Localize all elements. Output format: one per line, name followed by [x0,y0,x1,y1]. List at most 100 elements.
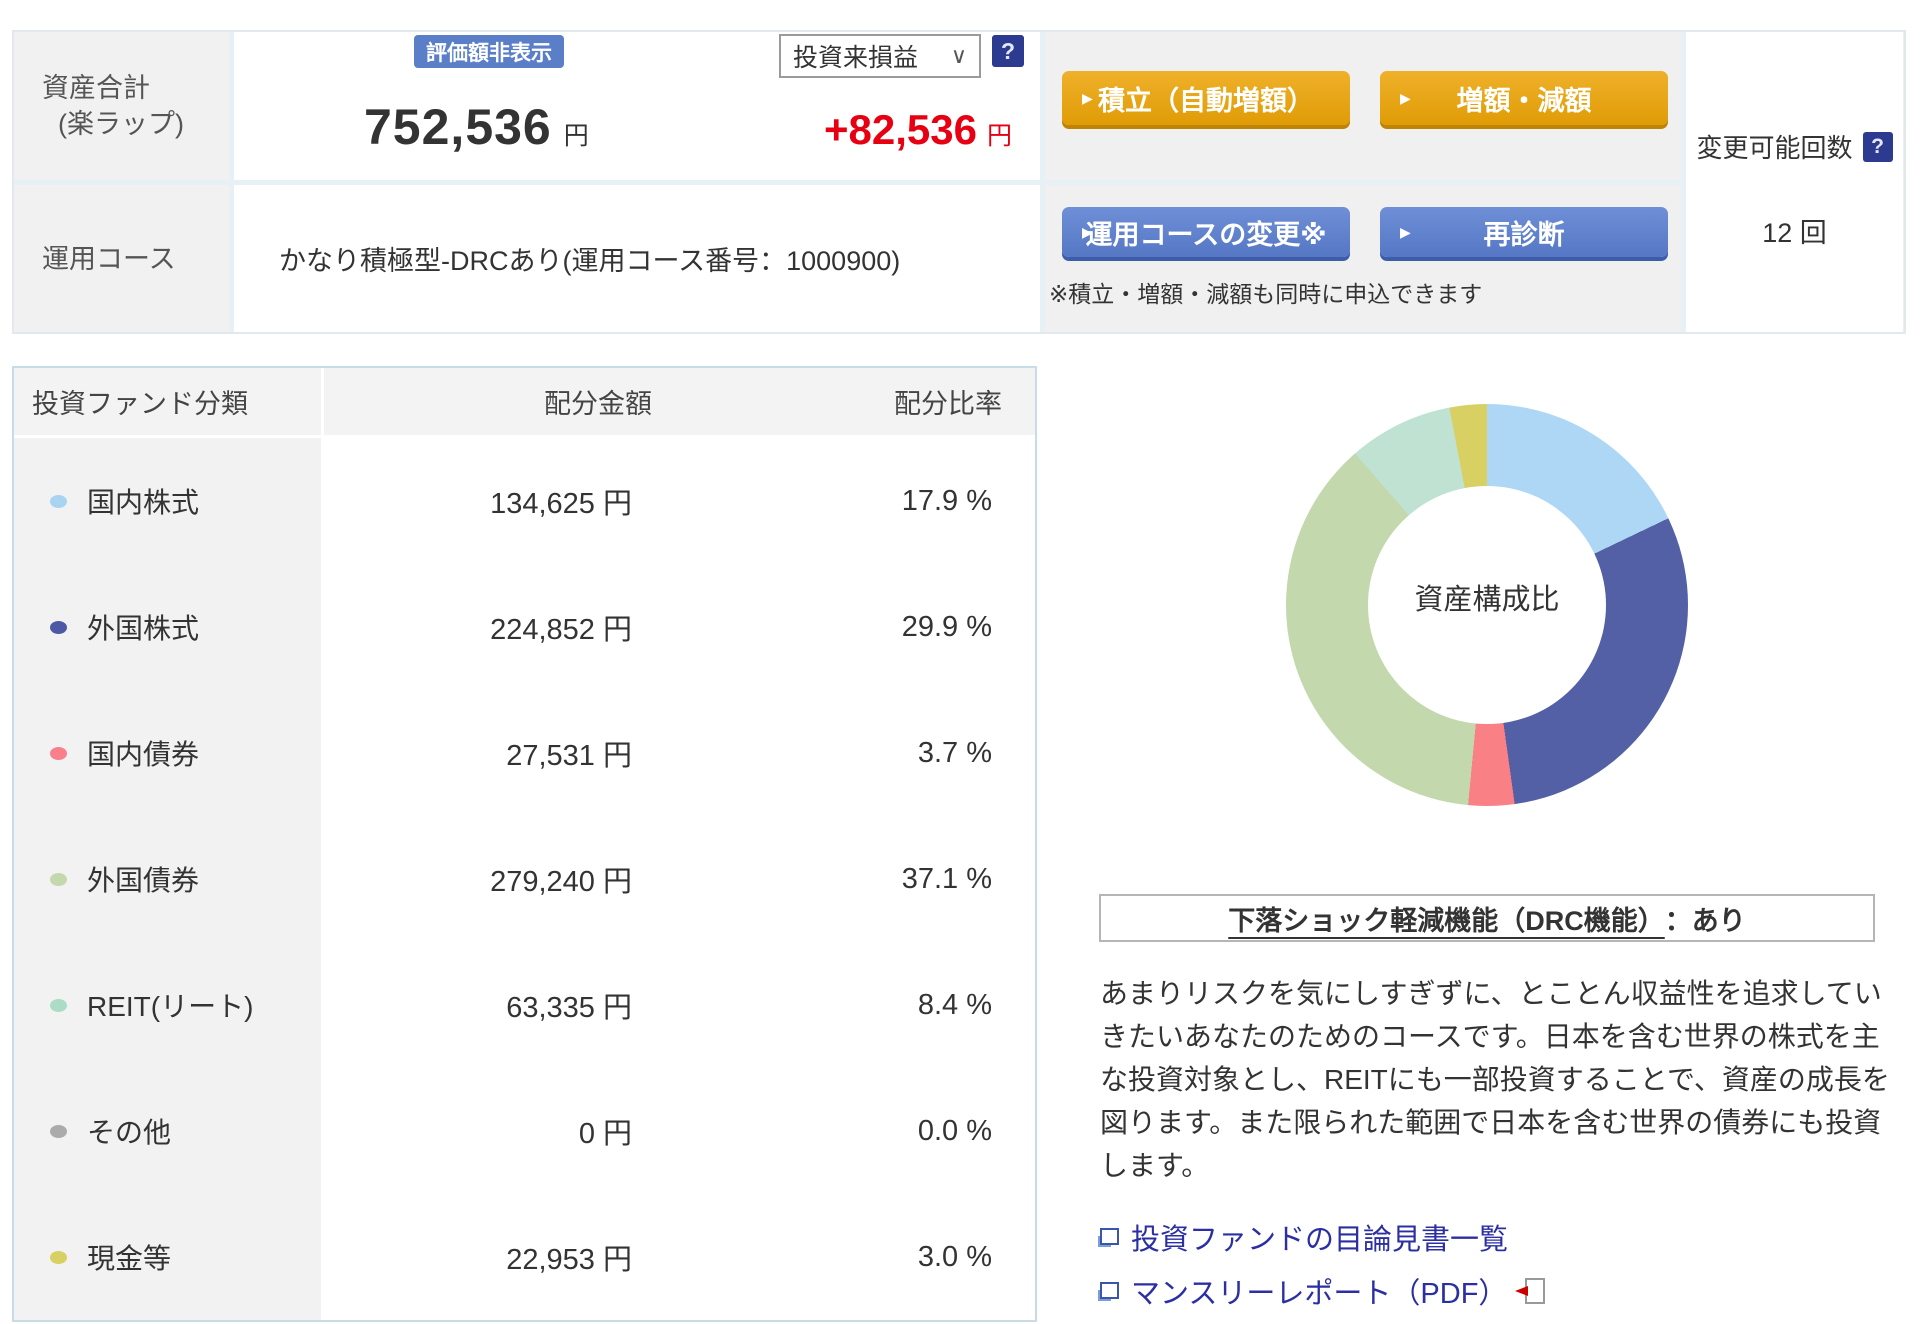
course-label-cell: 運用コース [14,185,229,332]
category-bullet-icon [50,999,67,1012]
category-bullet-icon [50,621,67,634]
allocation-ratio: 3.0 % [674,1194,1035,1320]
course-description: あまりリスクを気にしすぎずに、とことん収益性を追求していきたいあなたのためのコー… [1100,972,1900,1187]
drc-feature-value: ：あり [1665,899,1746,938]
course-label: 運用コース [42,241,229,277]
simultaneous-apply-note: ※積立・増額・減額も同時に申込できます [1049,275,1482,309]
fund-category-label: 国内株式 [87,481,199,521]
rediagnosis-button-label: 再診断 [1484,213,1565,252]
help-icon[interactable]: ? [1863,132,1893,162]
alloc-table-body: 国内株式134,625 円17.9 %外国株式224,852 円29.9 %国内… [14,438,1035,1320]
profit-period-select[interactable]: 投資来損益 ∨ [779,34,981,78]
drc-feature-box: 下落ショック軽減機能（DRC機能） ：あり [1099,894,1875,942]
fund-category-cell: 外国株式 [14,564,324,690]
asset-total-label-line2: (楽ラップ) [42,106,229,142]
triangle-icon: ▶ [1400,90,1411,107]
new-window-icon [1098,1228,1119,1247]
table-row: 外国株式 224,852 円29.9 % [14,564,1035,690]
rediagnosis-button[interactable]: ▶ 再診断 [1380,207,1668,257]
asset-composition-chart: 資産構成比 [1286,404,1688,806]
monthly-report-link[interactable]: マンスリーレポート（PDF） [1131,1270,1507,1312]
table-row: 外国債券279,240 円37.1 % [14,816,1035,942]
total-amount-unit: 円 [564,116,589,152]
category-bullet-icon [50,495,67,508]
allocation-ratio: 3.7 % [674,690,1035,816]
allocation-table-header: 投資ファンド分類 配分金額 配分比率 [14,368,1035,438]
allocation-ratio: 8.4 % [674,942,1035,1068]
asset-total-label-line1: 資産合計 [42,70,229,106]
table-row: 現金等 22,953 円3.0 % [14,1194,1035,1320]
table-row: 国内債券 27,531 円3.7 % [14,690,1035,816]
allocation-amount: 224,852 円 [324,564,674,690]
table-row: その他 0 円0.0 % [14,1068,1035,1194]
pdf-icon [1525,1278,1545,1304]
fund-category-cell: その他 [14,1068,324,1194]
zougaku-gengaku-button[interactable]: ▶ 増額・減額 [1380,71,1668,125]
prospectus-link-row: 投資ファンドの目論見書一覧 [1098,1216,1545,1258]
allocation-ratio: 17.9 % [674,438,1035,564]
chevron-down-icon: ∨ [951,43,967,69]
allocation-table: 投資ファンド分類 配分金額 配分比率 国内株式134,625 円17.9 %外国… [12,366,1037,1322]
fund-category-label: 国内債券 [87,733,199,773]
change-count-panel: 変更可能回数 ? 12 回 [1681,32,1903,332]
category-bullet-icon [50,1125,67,1138]
allocation-amount: 22,953 円 [324,1194,674,1320]
profit-amount-unit: 円 [987,116,1012,152]
fund-category-cell: 外国債券 [14,816,324,942]
allocation-amount: 27,531 円 [324,690,674,816]
fund-category-cell: 現金等 [14,1194,324,1320]
course-value-cell: かなり積極型-DRCあり(運用コース番号：1000900) [234,185,1040,332]
total-amount-block: 752,536 円 [364,98,589,156]
document-links: 投資ファンドの目論見書一覧 マンスリーレポート（PDF） [1098,1216,1545,1312]
tsumitate-button[interactable]: ▶ 積立（自動増額） [1062,71,1350,125]
asset-total-cell: 評価額非表示 752,536 円 投資来損益 ∨ ? +82,536 円 [234,32,1040,180]
allocation-ratio: 0.0 % [674,1068,1035,1194]
table-row: REIT(リート) 63,335 円8.4 % [14,942,1035,1068]
fund-category-cell: REIT(リート) [14,942,324,1068]
triangle-icon: ▶ [1400,224,1411,241]
column-header-fund-category: 投資ファンド分類 [14,368,324,435]
table-row: 国内株式 134,625 円17.9 % [14,438,1035,564]
column-header-amount: 配分金額 [324,368,674,435]
course-change-button-label: 運用コースの変更※ [1086,213,1327,252]
fund-category-label: REIT(リート) [87,985,253,1025]
prospectus-link[interactable]: 投資ファンドの目論見書一覧 [1131,1216,1508,1258]
help-icon[interactable]: ? [992,35,1024,67]
category-bullet-icon [50,1251,67,1264]
fund-category-cell: 国内債券 [14,690,324,816]
allocation-ratio: 29.9 % [674,564,1035,690]
donut-center-label: 資産構成比 [1286,396,1688,798]
hide-valuation-badge[interactable]: 評価額非表示 [414,35,564,68]
zougaku-gengaku-button-label: 増額・減額 [1457,79,1592,118]
fund-category-label: 現金等 [87,1237,171,1277]
course-change-button[interactable]: ▶ 運用コースの変更※ [1062,207,1350,257]
profit-period-selected: 投資来損益 [793,38,918,74]
total-amount: 752,536 [364,98,552,156]
allocation-amount: 134,625 円 [324,438,674,564]
fund-category-cell: 国内株式 [14,438,324,564]
change-count-value: 12 回 [1762,211,1827,250]
new-window-icon [1098,1282,1119,1301]
change-count-label: 変更可能回数 [1696,128,1852,165]
rakuten-wrap-dashboard: 資産合計 (楽ラップ) 評価額非表示 752,536 円 投資来損益 ∨ ? +… [0,0,1920,1324]
fund-category-label: 外国債券 [87,859,199,899]
triangle-icon: ▶ [1082,224,1093,241]
fund-category-label: 外国株式 [87,607,199,647]
tsumitate-button-label: 積立（自動増額） [1098,79,1314,118]
course-value: かなり積極型-DRCあり(運用コース番号：1000900) [279,239,900,278]
profit-block: +82,536 円 [824,106,1012,154]
allocation-amount: 63,335 円 [324,942,674,1068]
course-actions-cell: ▶ 運用コースの変更※ ▶ 再診断 ※積立・増額・減額も同時に申込できます [1045,185,1681,332]
allocation-amount: 0 円 [324,1068,674,1194]
column-header-ratio: 配分比率 [674,368,1035,435]
asset-total-label: 資産合計 (楽ラップ) [14,32,229,180]
summary-panel: 資産合計 (楽ラップ) 評価額非表示 752,536 円 投資来損益 ∨ ? +… [12,30,1906,334]
profit-amount: +82,536 [824,106,977,154]
allocation-ratio: 37.1 % [674,816,1035,942]
summary-grid: 資産合計 (楽ラップ) 評価額非表示 752,536 円 投資来損益 ∨ ? +… [14,32,1681,332]
fund-category-label: その他 [87,1111,171,1151]
asset-actions-cell: ▶ 積立（自動増額） ▶ 増額・減額 [1045,32,1681,180]
triangle-icon: ▶ [1082,90,1093,107]
drc-feature-title: 下落ショック軽減機能（DRC機能） [1228,899,1665,938]
category-bullet-icon [50,747,67,760]
